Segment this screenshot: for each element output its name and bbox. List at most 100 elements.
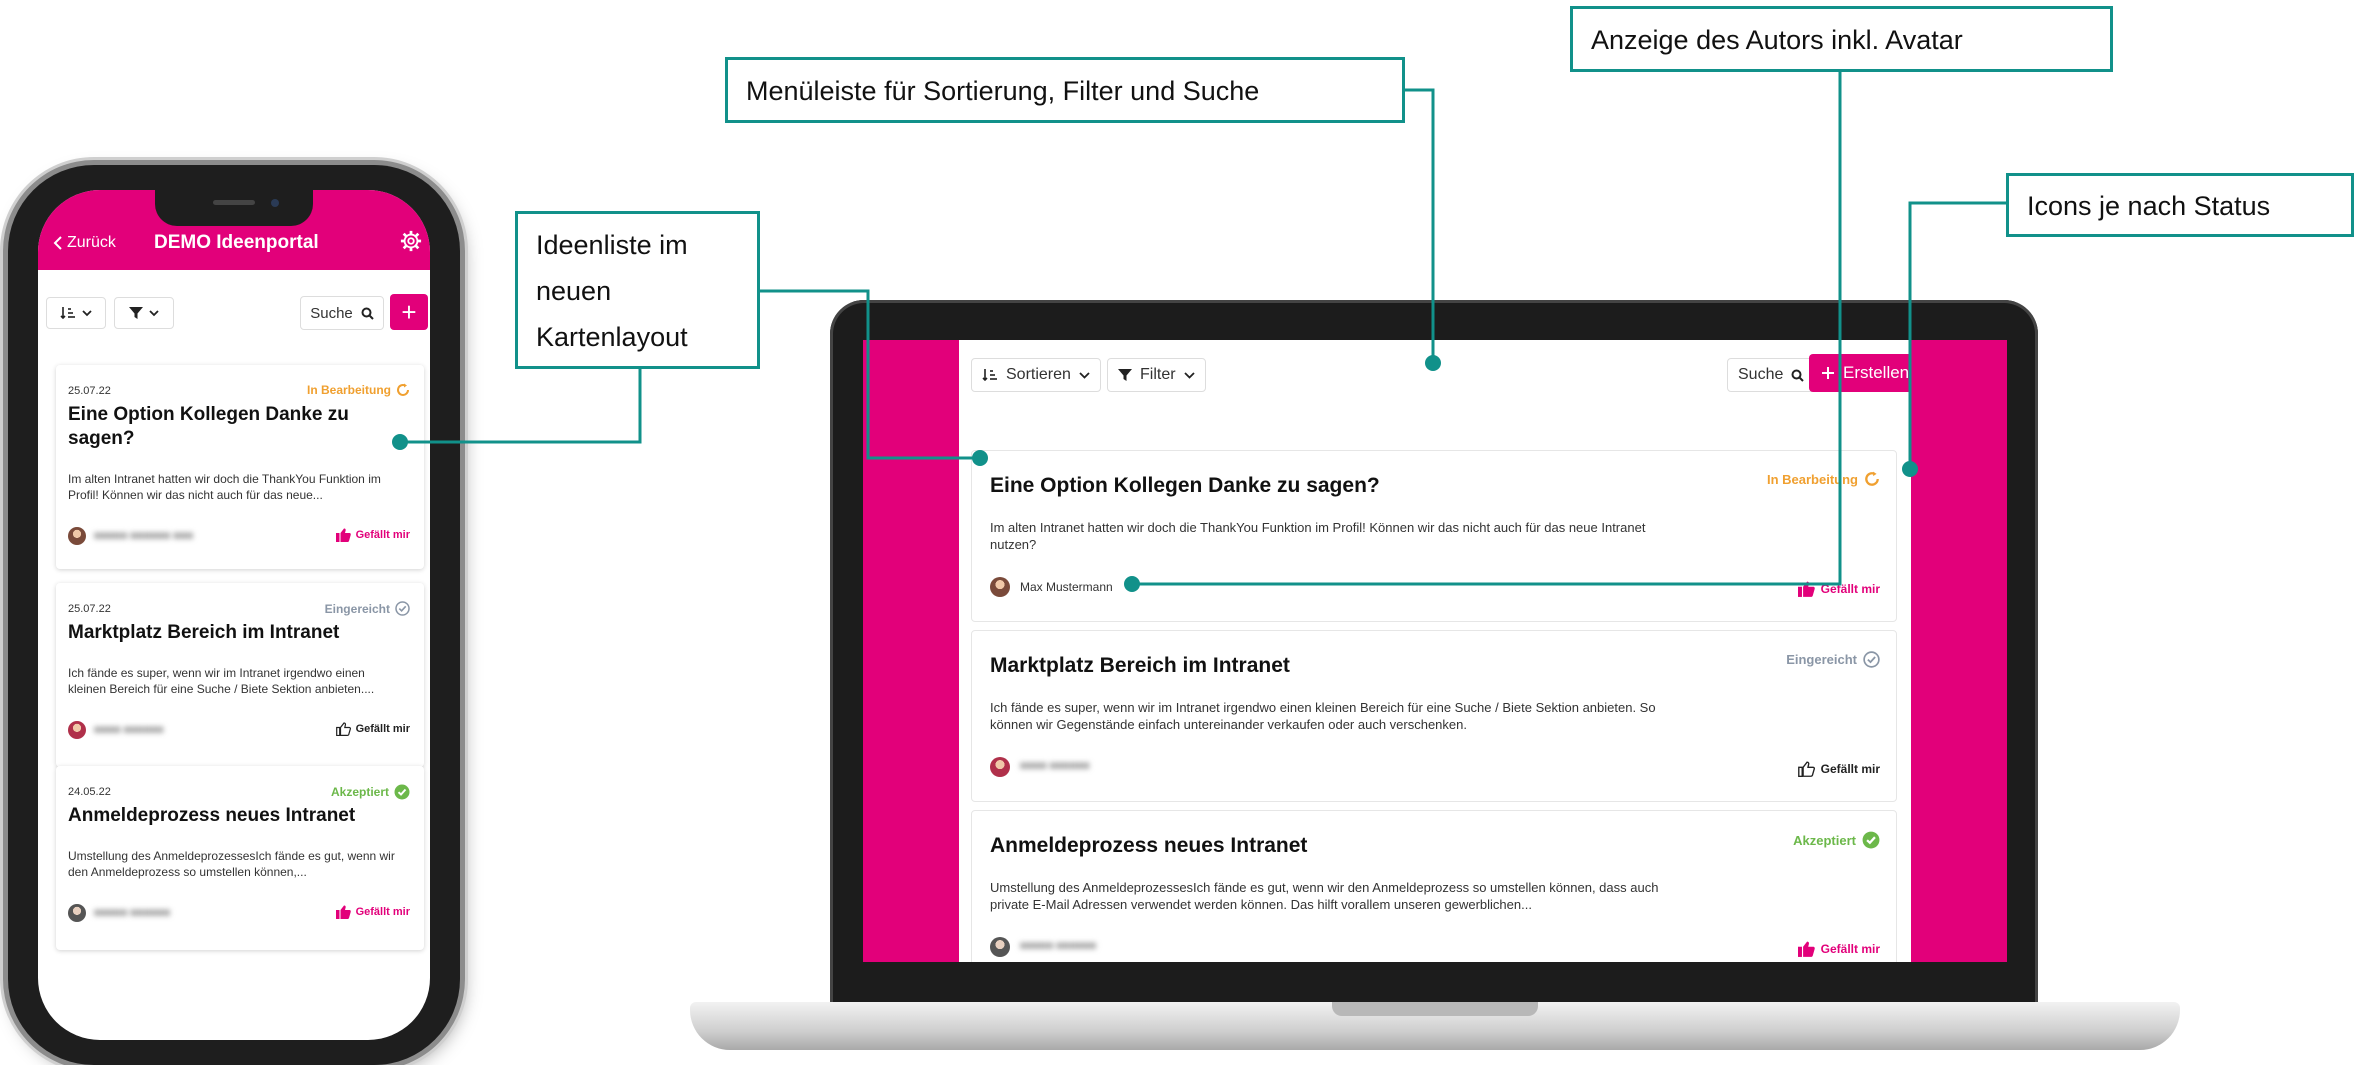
card-description: Ich fände es super, wenn wir im Intranet… (68, 666, 375, 696)
idea-card[interactable]: 24.05.22 Akzeptiert Anmeldeprozess neues… (56, 766, 424, 950)
chevron-down-icon (149, 309, 159, 316)
card-title: Eine Option Kollegen Danke zu sagen? (68, 404, 349, 449)
avatar (68, 904, 86, 922)
filter-icon (1118, 369, 1132, 381)
author-name: Max Mustermann (1020, 580, 1113, 594)
callout-line: Kartenlayout (536, 322, 688, 352)
callout-line: neuen (536, 276, 612, 306)
create-label: Erstellen (1843, 363, 1910, 382)
speaker-grille (213, 200, 255, 205)
create-button[interactable]: Erstellen (1809, 354, 1922, 392)
search-label: Suche (310, 304, 353, 322)
callout-idea-list: Ideenliste im neuen Kartenlayout (515, 211, 760, 369)
like-button[interactable]: Gefällt mir (335, 722, 410, 736)
callout-line: Menüleiste für Sortierung, Filter und Su… (746, 76, 1260, 106)
back-button[interactable]: Zurück (52, 234, 116, 252)
like-label: Gefällt mir (1820, 942, 1880, 956)
callout-menu-bar: Menüleiste für Sortierung, Filter und Su… (725, 57, 1405, 123)
phone-frame: Zurück DEMO Ideenportal Suche + 25.07.22… (8, 165, 460, 1065)
in-progress-icon (397, 383, 409, 396)
add-idea-button[interactable]: + (390, 294, 428, 330)
search-icon (361, 307, 374, 320)
like-button[interactable]: Gefällt mir (335, 528, 410, 542)
like-button[interactable]: Gefällt mir (335, 905, 410, 919)
like-label: Gefällt mir (1820, 582, 1880, 596)
status-badge: Eingereicht (325, 601, 410, 616)
status-label: In Bearbeitung (306, 383, 391, 397)
card-description: Umstellung des AnmeldeprozessesIch fände… (990, 880, 1659, 912)
callout-line: Ideenliste im (536, 230, 688, 260)
status-badge: Akzeptiert (1793, 831, 1880, 849)
author-name-redacted: ■■■■ ■■■■■■ (1020, 760, 1090, 772)
card-date: 25.07.22 (68, 603, 111, 615)
chevron-down-icon (1183, 371, 1195, 379)
phone-screen: Zurück DEMO Ideenportal Suche + 25.07.22… (38, 190, 430, 1040)
author-name-redacted: ■■■■■ ■■■■■■ (94, 907, 171, 919)
laptop-opening-notch (1332, 1002, 1538, 1016)
submitted-check-icon (1863, 651, 1880, 668)
callout-status-icons: Icons je nach Status (2006, 173, 2354, 237)
idea-card[interactable]: 25.07.22 Eingereicht Marktplatz Bereich … (56, 583, 424, 767)
avatar (68, 527, 86, 545)
sort-label: Sortieren (1006, 366, 1071, 383)
callout-line: Icons je nach Status (2027, 191, 2271, 221)
card-date: 24.05.22 (68, 786, 111, 798)
idea-card[interactable]: 25.07.22 In Bearbeitung Eine Option Koll… (56, 365, 424, 569)
search-button[interactable]: Suche (1727, 358, 1816, 392)
like-button[interactable]: Gefällt mir (1797, 581, 1880, 597)
phone-notch (155, 190, 313, 226)
accepted-check-icon (394, 784, 410, 800)
card-description: Umstellung des AnmeldeprozessesIch fände… (68, 849, 395, 879)
status-badge: In Bearbeitung (1767, 471, 1880, 487)
filter-button[interactable] (114, 297, 174, 329)
back-label: Zurück (67, 234, 116, 251)
card-title: Eine Option Kollegen Danke zu sagen? (990, 474, 1380, 497)
status-label: Akzeptiert (1793, 832, 1856, 848)
phone-power-button (462, 370, 468, 480)
card-title: Marktplatz Bereich im Intranet (990, 654, 1290, 677)
laptop-screen: Sortieren Filter Suche Erstellen Eine Op… (863, 340, 2007, 962)
avatar (68, 721, 86, 739)
status-badge: Eingereicht (1786, 651, 1880, 668)
accepted-check-icon (1862, 831, 1880, 849)
status-badge: In Bearbeitung (307, 383, 410, 397)
like-label: Gefällt mir (355, 906, 410, 918)
thumbs-up-icon (1797, 941, 1815, 957)
status-label: In Bearbeitung (1766, 471, 1858, 487)
idea-card[interactable]: Anmeldeprozess neues Intranet Akzeptiert… (971, 810, 1897, 962)
sort-button[interactable] (46, 297, 106, 329)
filter-button[interactable]: Filter (1107, 358, 1206, 392)
like-label: Gefällt mir (355, 529, 410, 541)
like-label: Gefällt mir (1820, 762, 1880, 776)
status-label: Akzeptiert (330, 785, 389, 799)
author-name-redacted: ■■■■■ ■■■■■■ ■■■ (94, 530, 194, 542)
app-title: DEMO Ideenportal (154, 232, 319, 253)
thumbs-up-icon (335, 528, 351, 542)
sort-icon (60, 307, 75, 320)
filter-label: Filter (1140, 366, 1176, 383)
status-badge: Akzeptiert (331, 784, 410, 800)
card-description: Ich fände es super, wenn wir im Intranet… (990, 700, 1656, 732)
like-button[interactable]: Gefällt mir (1797, 761, 1880, 777)
search-button[interactable]: Suche (300, 296, 384, 330)
card-description: Im alten Intranet hatten wir doch die Th… (990, 520, 1646, 552)
search-label: Suche (1738, 366, 1784, 383)
idea-card[interactable]: Eine Option Kollegen Danke zu sagen? In … (971, 450, 1897, 622)
callout-author: Anzeige des Autors inkl. Avatar (1570, 6, 2113, 72)
gear-icon[interactable] (400, 230, 422, 252)
idea-card[interactable]: Marktplatz Bereich im Intranet Eingereic… (971, 630, 1897, 802)
in-progress-icon (1865, 471, 1879, 486)
filter-icon (129, 307, 143, 319)
callout-line: Anzeige des Autors inkl. Avatar (1591, 25, 1963, 55)
status-label: Eingereicht (1786, 652, 1857, 667)
thumbs-up-icon (1797, 581, 1815, 597)
like-button[interactable]: Gefällt mir (1797, 941, 1880, 957)
sort-icon (982, 369, 997, 382)
thumbs-up-icon (335, 905, 351, 919)
submitted-check-icon (395, 601, 410, 616)
thumbs-up-outline-icon (335, 722, 351, 736)
sort-button[interactable]: Sortieren (971, 358, 1101, 392)
avatar (990, 757, 1010, 777)
chevron-left-icon (53, 236, 62, 250)
card-description: Im alten Intranet hatten wir doch die Th… (68, 472, 381, 502)
